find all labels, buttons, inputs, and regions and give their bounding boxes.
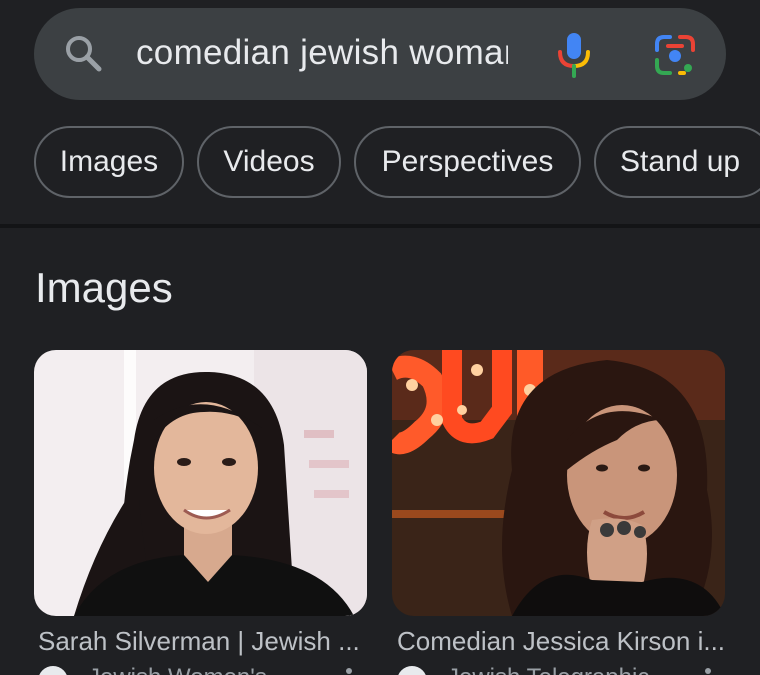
chip-stand-up[interactable]: Stand up	[594, 126, 760, 198]
chip-videos[interactable]: Videos	[197, 126, 341, 198]
portrait-image	[34, 350, 367, 616]
chip-images[interactable]: Images	[34, 126, 184, 198]
image-result-2-source-row: Jewish Telegraphic ...	[397, 664, 733, 675]
mic-icon[interactable]	[556, 32, 592, 78]
source-favicon-icon	[397, 666, 427, 675]
image-result-2-source: Jewish Telegraphic ...	[447, 664, 676, 675]
more-options-icon[interactable]	[346, 668, 352, 674]
search-input[interactable]: comedian jewish woman	[136, 28, 508, 78]
more-options-icon[interactable]	[705, 668, 711, 674]
image-result-1[interactable]	[34, 350, 367, 616]
chip-perspectives[interactable]: Perspectives	[354, 126, 581, 198]
filter-chip-row: Images Videos Perspectives Stand up	[0, 126, 760, 202]
section-divider	[0, 224, 760, 228]
search-results-page: comedian jewish woman Images Videos Pers…	[0, 0, 760, 675]
image-result-2-caption[interactable]: Comedian Jessica Kirson i...	[397, 622, 733, 660]
search-icon[interactable]	[63, 33, 103, 73]
image-result-1-caption[interactable]: Sarah Silverman | Jewish ...	[38, 622, 374, 660]
image-result-1-source: Jewish Women's ...	[88, 664, 294, 675]
portrait-image	[392, 350, 725, 616]
google-lens-icon[interactable]	[654, 34, 696, 76]
images-section-title: Images	[35, 264, 173, 311]
image-result-2[interactable]	[392, 350, 725, 616]
image-result-1-source-row: Jewish Women's ...	[38, 664, 374, 675]
source-favicon-icon	[38, 666, 68, 675]
